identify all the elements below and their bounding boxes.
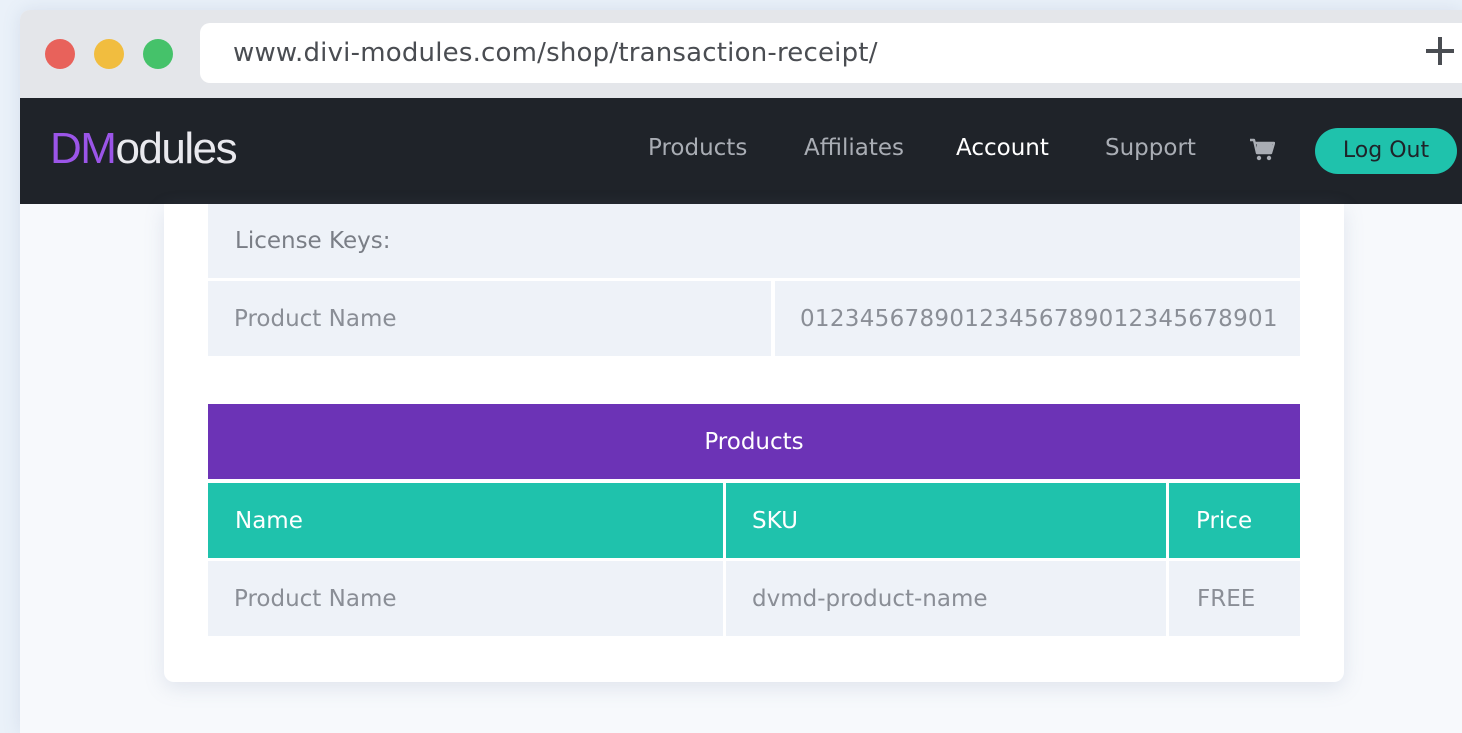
url-text: www.divi-modules.com/shop/transaction-re…	[233, 38, 878, 68]
product-row-sku: dvmd-product-name	[726, 561, 1166, 636]
product-row-name: Product Name	[208, 561, 723, 636]
license-product-name: Product Name	[208, 281, 771, 356]
logo-brand: DM	[50, 124, 117, 173]
license-keys-heading: License Keys:	[208, 204, 1300, 278]
logout-button[interactable]: Log Out	[1315, 128, 1457, 174]
cart-icon[interactable]	[1249, 138, 1276, 162]
close-window-button[interactable]	[45, 39, 75, 69]
column-header-price: Price	[1169, 483, 1300, 558]
products-table-title: Products	[208, 404, 1300, 479]
browser-window: www.divi-modules.com/shop/transaction-re…	[20, 10, 1462, 733]
product-row-price: FREE	[1169, 561, 1300, 636]
nav-item-products[interactable]: Products	[648, 135, 747, 161]
logo-rest: odules	[115, 124, 237, 173]
nav-item-account[interactable]: Account	[956, 135, 1049, 161]
site-logo[interactable]: DModules	[50, 124, 238, 174]
nav-item-affiliates[interactable]: Affiliates	[804, 135, 904, 161]
column-header-sku: SKU	[726, 483, 1166, 558]
nav-item-support[interactable]: Support	[1105, 135, 1196, 161]
plus-icon[interactable]	[1426, 37, 1454, 65]
column-header-name: Name	[208, 483, 723, 558]
receipt-card: License Keys: Product Name 0123456789012…	[164, 204, 1344, 682]
license-key-value: 01234567890123456789012345678901	[775, 281, 1300, 356]
browser-titlebar: www.divi-modules.com/shop/transaction-re…	[20, 10, 1462, 98]
maximize-window-button[interactable]	[143, 39, 173, 69]
minimize-window-button[interactable]	[94, 39, 124, 69]
site-navbar: DModules Products Affiliates Account Sup…	[20, 98, 1462, 204]
address-bar[interactable]: www.divi-modules.com/shop/transaction-re…	[200, 23, 1462, 83]
